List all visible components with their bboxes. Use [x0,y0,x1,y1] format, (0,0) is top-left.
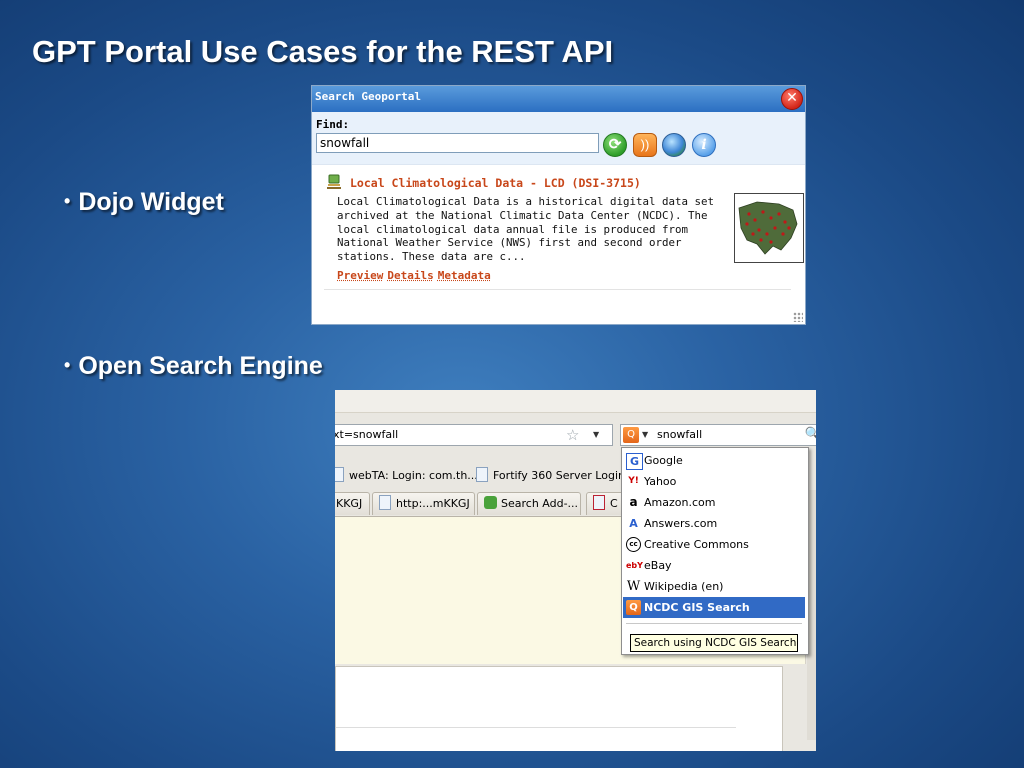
rss-icon[interactable]: )) [633,133,657,157]
engine-label: eBay [644,559,672,572]
engine-label: Answers.com [644,517,718,530]
divider [336,727,736,728]
bookmark-label: Fortify 360 Server Login [493,469,625,482]
engine-item-ebay[interactable]: ebY eBay [623,555,805,576]
bookmark-star-icon[interactable]: ☆ [566,425,579,445]
engine-label: Amazon.com [644,496,716,509]
google-icon: G [626,453,643,470]
wikipedia-icon: W [626,579,641,594]
bullet-dot: • [64,355,71,375]
bookmark-label: webTA: Login: com.th... [349,469,478,482]
tab-label: KKGJ [336,497,363,510]
tab[interactable]: KKGJ [335,492,370,515]
details-link[interactable]: Details [387,269,433,282]
search-engine-icon[interactable]: Q [623,427,639,443]
answers-icon: A [629,517,638,530]
bullet-dot: • [64,191,71,211]
engine-item-wikipedia[interactable]: W Wikipedia (en) [623,576,805,597]
engine-item-google[interactable]: G Google [623,450,805,471]
engine-dropdown-icon[interactable]: ▼ [642,425,648,445]
widget-titlebar: Search Geoportal ✕ [312,86,805,112]
globe-icon[interactable] [662,133,686,157]
tab-label: C [610,497,618,510]
lower-pane [335,666,783,751]
result-title[interactable]: Local Climatological Data - LCD (DSI-371… [350,176,641,190]
amazon-icon: a [629,495,638,509]
info-icon[interactable]: i [692,133,716,157]
tab-label: Search Add-... [501,497,579,510]
creative-commons-icon: cc [626,537,641,552]
page-icon [476,467,488,482]
tab[interactable]: http:...mKKGJ [372,492,475,515]
tab[interactable]: C [586,492,626,515]
menu-separator [626,623,802,624]
bookmark-item[interactable]: Fortify 360 Server Login [476,464,625,488]
ncdc-search-icon: Q [626,600,641,615]
result-thumbnail-map[interactable] [734,193,804,263]
result-links: Preview Details Metadata [337,269,495,282]
slide-title: GPT Portal Use Cases for the REST API [32,34,614,69]
bookmark-item[interactable]: webTA: Login: com.th... [335,464,478,488]
bullet-dojo-widget: • Dojo Widget [64,188,224,217]
engine-item-creative-commons[interactable]: cc Creative Commons [623,534,805,555]
tooltip: Search using NCDC GIS Search [630,634,798,652]
bullet-label: Open Search Engine [78,352,323,380]
find-area: Find: snowfall ⟳ )) i [312,112,805,165]
bullet-open-search-engine: • Open Search Engine [64,352,323,381]
widget-divider [324,289,791,290]
ebay-icon: ebY [626,561,643,570]
magnifier-icon[interactable]: 🔍 [805,425,816,445]
engine-item-ncdc-gis-search[interactable]: Q NCDC GIS Search [623,597,805,618]
dataset-icon [327,174,341,189]
url-dropdown-icon[interactable]: ▼ [593,425,599,445]
engine-item-answers[interactable]: A Answers.com [623,513,805,534]
close-icon[interactable]: ✕ [781,88,803,110]
tab[interactable]: Search Add-... [477,492,581,515]
address-bar[interactable]: xt=snowfall ☆ ▼ [335,424,613,446]
browser-window: xt=snowfall ☆ ▼ Q ▼ snowfall 🔍 webTA: Lo… [335,390,816,751]
refresh-icon[interactable]: ⟳ [603,133,627,157]
engine-label: Yahoo [644,475,677,488]
page-icon [593,495,605,510]
result-abstract: Local Climatological Data is a historica… [337,195,715,264]
widget-title: Search Geoportal [315,90,421,103]
url-text: xt=snowfall [335,428,399,441]
metadata-link[interactable]: Metadata [438,269,491,282]
resize-grip-icon[interactable] [793,312,803,322]
find-label: Find: [316,118,350,131]
search-box[interactable]: Q ▼ snowfall 🔍 [620,424,816,446]
search-geoportal-widget: Search Geoportal ✕ Find: snowfall ⟳ )) i… [311,85,806,325]
engine-label: Google [644,454,683,467]
search-input[interactable]: snowfall [316,133,599,153]
addon-puzzle-icon [484,496,497,509]
engine-label: Creative Commons [644,538,749,551]
menu-strip [335,390,816,413]
page-icon [379,495,391,510]
bullet-label: Dojo Widget [78,188,224,216]
yahoo-icon: Y! [628,476,639,486]
engine-label: NCDC GIS Search [644,601,750,614]
engine-item-amazon[interactable]: a Amazon.com [623,492,805,513]
tab-label: http:...mKKGJ [396,497,470,510]
search-engine-menu: G Google Y! Yahoo a Amazon.com A Answers.com… [621,447,809,655]
engine-label: Wikipedia (en) [644,580,724,593]
preview-link[interactable]: Preview [337,269,383,282]
search-text: snowfall [657,428,703,441]
page-icon [335,467,344,482]
engine-item-yahoo[interactable]: Y! Yahoo [623,471,805,492]
